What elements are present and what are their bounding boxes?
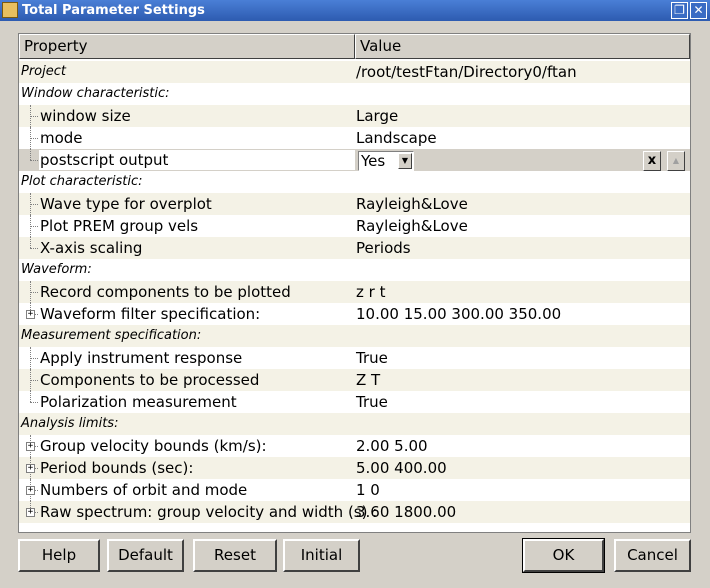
property-label: Record components to be plotted <box>40 283 291 301</box>
expand-icon[interactable]: + <box>26 310 35 319</box>
property-value[interactable]: 5.00 400.00 <box>356 457 447 479</box>
table-row[interactable]: + Waveform filter specification: 10.00 15.… <box>19 303 690 325</box>
category-label: Measurement specification: <box>21 328 202 343</box>
close-icon[interactable]: ✕ <box>690 2 707 19</box>
select-value: Yes <box>361 152 386 170</box>
property-label: postscript output <box>40 151 169 169</box>
property-value[interactable]: 10.00 15.00 300.00 350.00 <box>356 303 561 325</box>
tree-line <box>30 292 38 293</box>
table-row[interactable]: Project/root/testFtan/Directory0/ftan <box>19 61 690 83</box>
property-value[interactable]: Landscape <box>356 127 437 149</box>
table-row[interactable]: Plot PREM group vels Rayleigh&Love <box>19 215 690 237</box>
expand-icon[interactable]: + <box>26 486 35 495</box>
tree-line <box>30 391 31 402</box>
maximize-icon[interactable]: ❐ <box>671 2 688 19</box>
column-header-value[interactable]: Value <box>355 34 690 59</box>
table-row[interactable]: X-axis scaling Periods <box>19 237 690 259</box>
tree-line <box>30 402 38 403</box>
window-title: Total Parameter Settings <box>22 3 205 18</box>
property-value[interactable]: True <box>356 347 388 369</box>
property-value[interactable]: Z T <box>356 369 380 391</box>
ok-button[interactable]: OK <box>522 538 605 573</box>
property-value[interactable]: Periods <box>356 237 411 259</box>
table-row[interactable]: + Numbers of orbit and mode 1 0 <box>19 479 690 501</box>
chevron-up-icon[interactable]: ▲ <box>667 151 685 171</box>
property-label: Plot PREM group vels <box>40 217 199 235</box>
tree-line <box>30 204 38 205</box>
property-label: Polarization measurement <box>40 393 237 411</box>
table-row[interactable]: postscript output Yes ▼ x ▲ <box>19 149 690 171</box>
clear-value-button[interactable]: x <box>643 151 661 171</box>
cancel-button[interactable]: Cancel <box>614 539 691 572</box>
tree-line <box>30 160 38 161</box>
property-label: Wave type for overplot <box>40 195 212 213</box>
tree-line <box>30 116 38 117</box>
table-row[interactable]: Plot characteristic: <box>19 171 690 193</box>
property-label: mode <box>40 129 83 147</box>
tree-line <box>30 138 38 139</box>
table-row[interactable]: Window characteristic: <box>19 83 690 105</box>
tree-line <box>30 237 31 248</box>
property-value[interactable]: Rayleigh&Love <box>356 215 468 237</box>
property-label: Components to be processed <box>40 371 260 389</box>
property-label: Group velocity bounds (km/s): <box>40 437 267 455</box>
column-header-property[interactable]: Property <box>19 34 355 59</box>
tree-line <box>30 226 38 227</box>
property-label: Numbers of orbit and mode <box>40 481 248 499</box>
property-label: Period bounds (sec): <box>40 459 194 477</box>
property-label: window size <box>40 107 131 125</box>
table-row[interactable]: Polarization measurement True <box>19 391 690 413</box>
category-label: Analysis limits: <box>21 416 119 431</box>
tree-line <box>30 380 38 381</box>
property-value[interactable]: Rayleigh&Love <box>356 193 468 215</box>
category-label: Waveform: <box>21 262 92 277</box>
tree-line <box>30 358 38 359</box>
category-label: Project <box>21 64 66 79</box>
category-label: Plot characteristic: <box>21 174 143 189</box>
postscript-output-select[interactable]: Yes ▼ <box>358 151 414 171</box>
category-label: Window characteristic: <box>21 86 170 101</box>
table-row[interactable]: Components to be processed Z T <box>19 369 690 391</box>
property-table: Property Value Project/root/testFtan/Dir… <box>18 33 691 533</box>
property-label: Apply instrument response <box>40 349 243 367</box>
help-button[interactable]: Help <box>18 539 100 572</box>
property-value[interactable]: 1 0 <box>356 479 380 501</box>
table-row[interactable]: Measurement specification: <box>19 325 690 347</box>
chevron-down-icon[interactable]: ▼ <box>398 153 412 169</box>
table-row[interactable]: Analysis limits: <box>19 413 690 435</box>
parameter-settings-window: Total Parameter Settings ❐ ✕ Property Va… <box>0 0 710 588</box>
app-icon <box>2 2 18 18</box>
property-value[interactable]: z r t <box>356 281 385 303</box>
expand-icon[interactable]: + <box>26 442 35 451</box>
reset-button[interactable]: Reset <box>193 539 277 572</box>
title-bar[interactable]: Total Parameter Settings ❐ ✕ <box>0 0 710 21</box>
expand-icon[interactable]: + <box>26 508 35 517</box>
table-row[interactable]: + Period bounds (sec): 5.00 400.00 <box>19 457 690 479</box>
property-value[interactable]: 3.60 1800.00 <box>356 501 456 523</box>
table-row[interactable]: mode Landscape <box>19 127 690 149</box>
default-button[interactable]: Default <box>107 539 184 572</box>
table-row[interactable]: Apply instrument response True <box>19 347 690 369</box>
expand-icon[interactable]: + <box>26 464 35 473</box>
property-value[interactable]: True <box>356 391 388 413</box>
property-value[interactable]: /root/testFtan/Directory0/ftan <box>356 61 577 83</box>
table-row[interactable]: + Group velocity bounds (km/s): 2.00 5.00 <box>19 435 690 457</box>
tree-line <box>30 248 38 249</box>
property-label: Waveform filter specification: <box>40 305 261 323</box>
property-label: Raw spectrum: group velocity and width (… <box>40 503 378 521</box>
initial-button[interactable]: Initial <box>283 539 360 572</box>
table-row[interactable]: Waveform: <box>19 259 690 281</box>
table-header: Property Value <box>19 34 690 61</box>
table-row[interactable]: window size Large <box>19 105 690 127</box>
table-row[interactable]: + Raw spectrum: group velocity and width … <box>19 501 690 523</box>
table-row[interactable]: Record components to be plotted z r t <box>19 281 690 303</box>
property-value[interactable]: 2.00 5.00 <box>356 435 428 457</box>
property-label: X-axis scaling <box>40 239 143 257</box>
property-value[interactable]: Large <box>356 105 398 127</box>
table-row[interactable]: Wave type for overplot Rayleigh&Love <box>19 193 690 215</box>
tree-line <box>30 149 31 160</box>
